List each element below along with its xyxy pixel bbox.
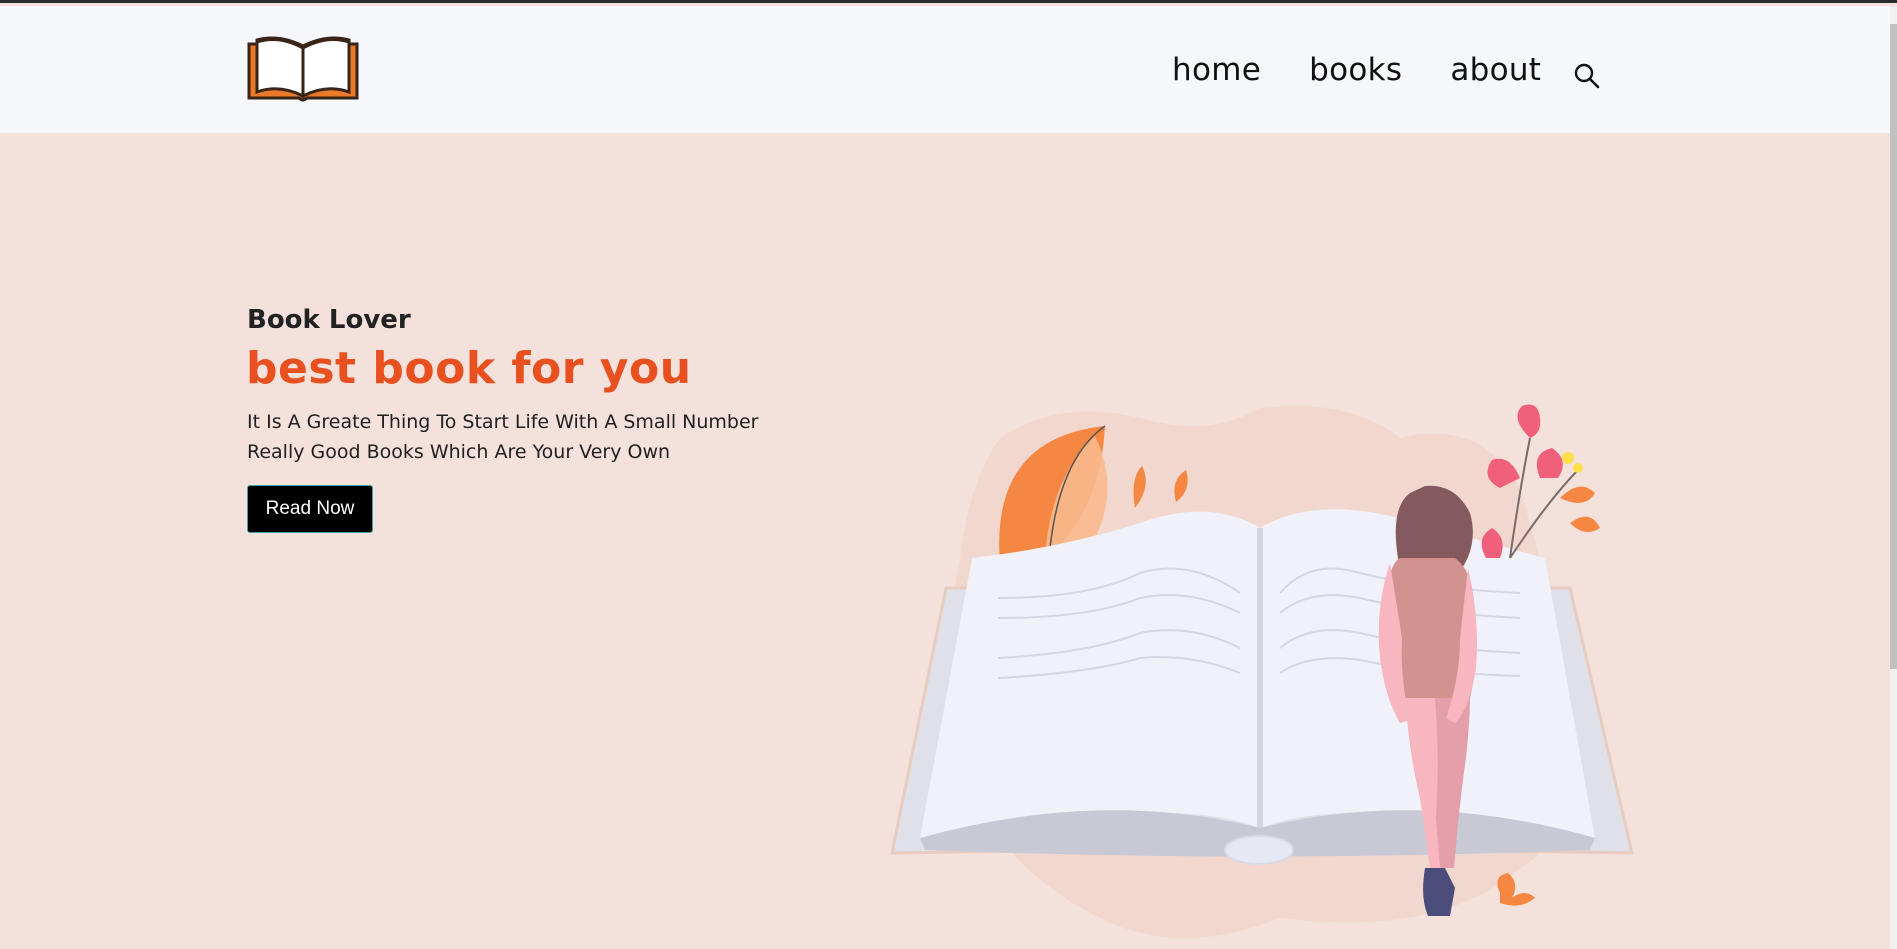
nav-home-link[interactable]: home — [1172, 52, 1261, 88]
nav-books-link[interactable]: books — [1309, 52, 1402, 88]
hero-description: It Is A Greate Thing To Start Life With … — [247, 407, 807, 467]
hero-subtitle: Book Lover — [247, 305, 411, 335]
hero-title: best book for you — [246, 343, 692, 394]
hero-description-line: It Is A Greate Thing To Start Life With … — [247, 411, 759, 433]
scrollbar-thumb[interactable] — [1890, 24, 1897, 669]
scrollbar-track[interactable] — [1890, 6, 1897, 949]
search-icon[interactable] — [1573, 62, 1601, 90]
site-header: home books about — [0, 6, 1890, 133]
open-book-icon[interactable] — [245, 36, 361, 106]
nav-about-link[interactable]: about — [1450, 52, 1541, 88]
main-nav: home books about — [1172, 52, 1589, 88]
reading-illustration — [890, 404, 1634, 938]
read-now-button[interactable]: Read Now — [247, 485, 373, 533]
hero-description-line: Really Good Books Which Are Your Very Ow… — [247, 441, 671, 463]
